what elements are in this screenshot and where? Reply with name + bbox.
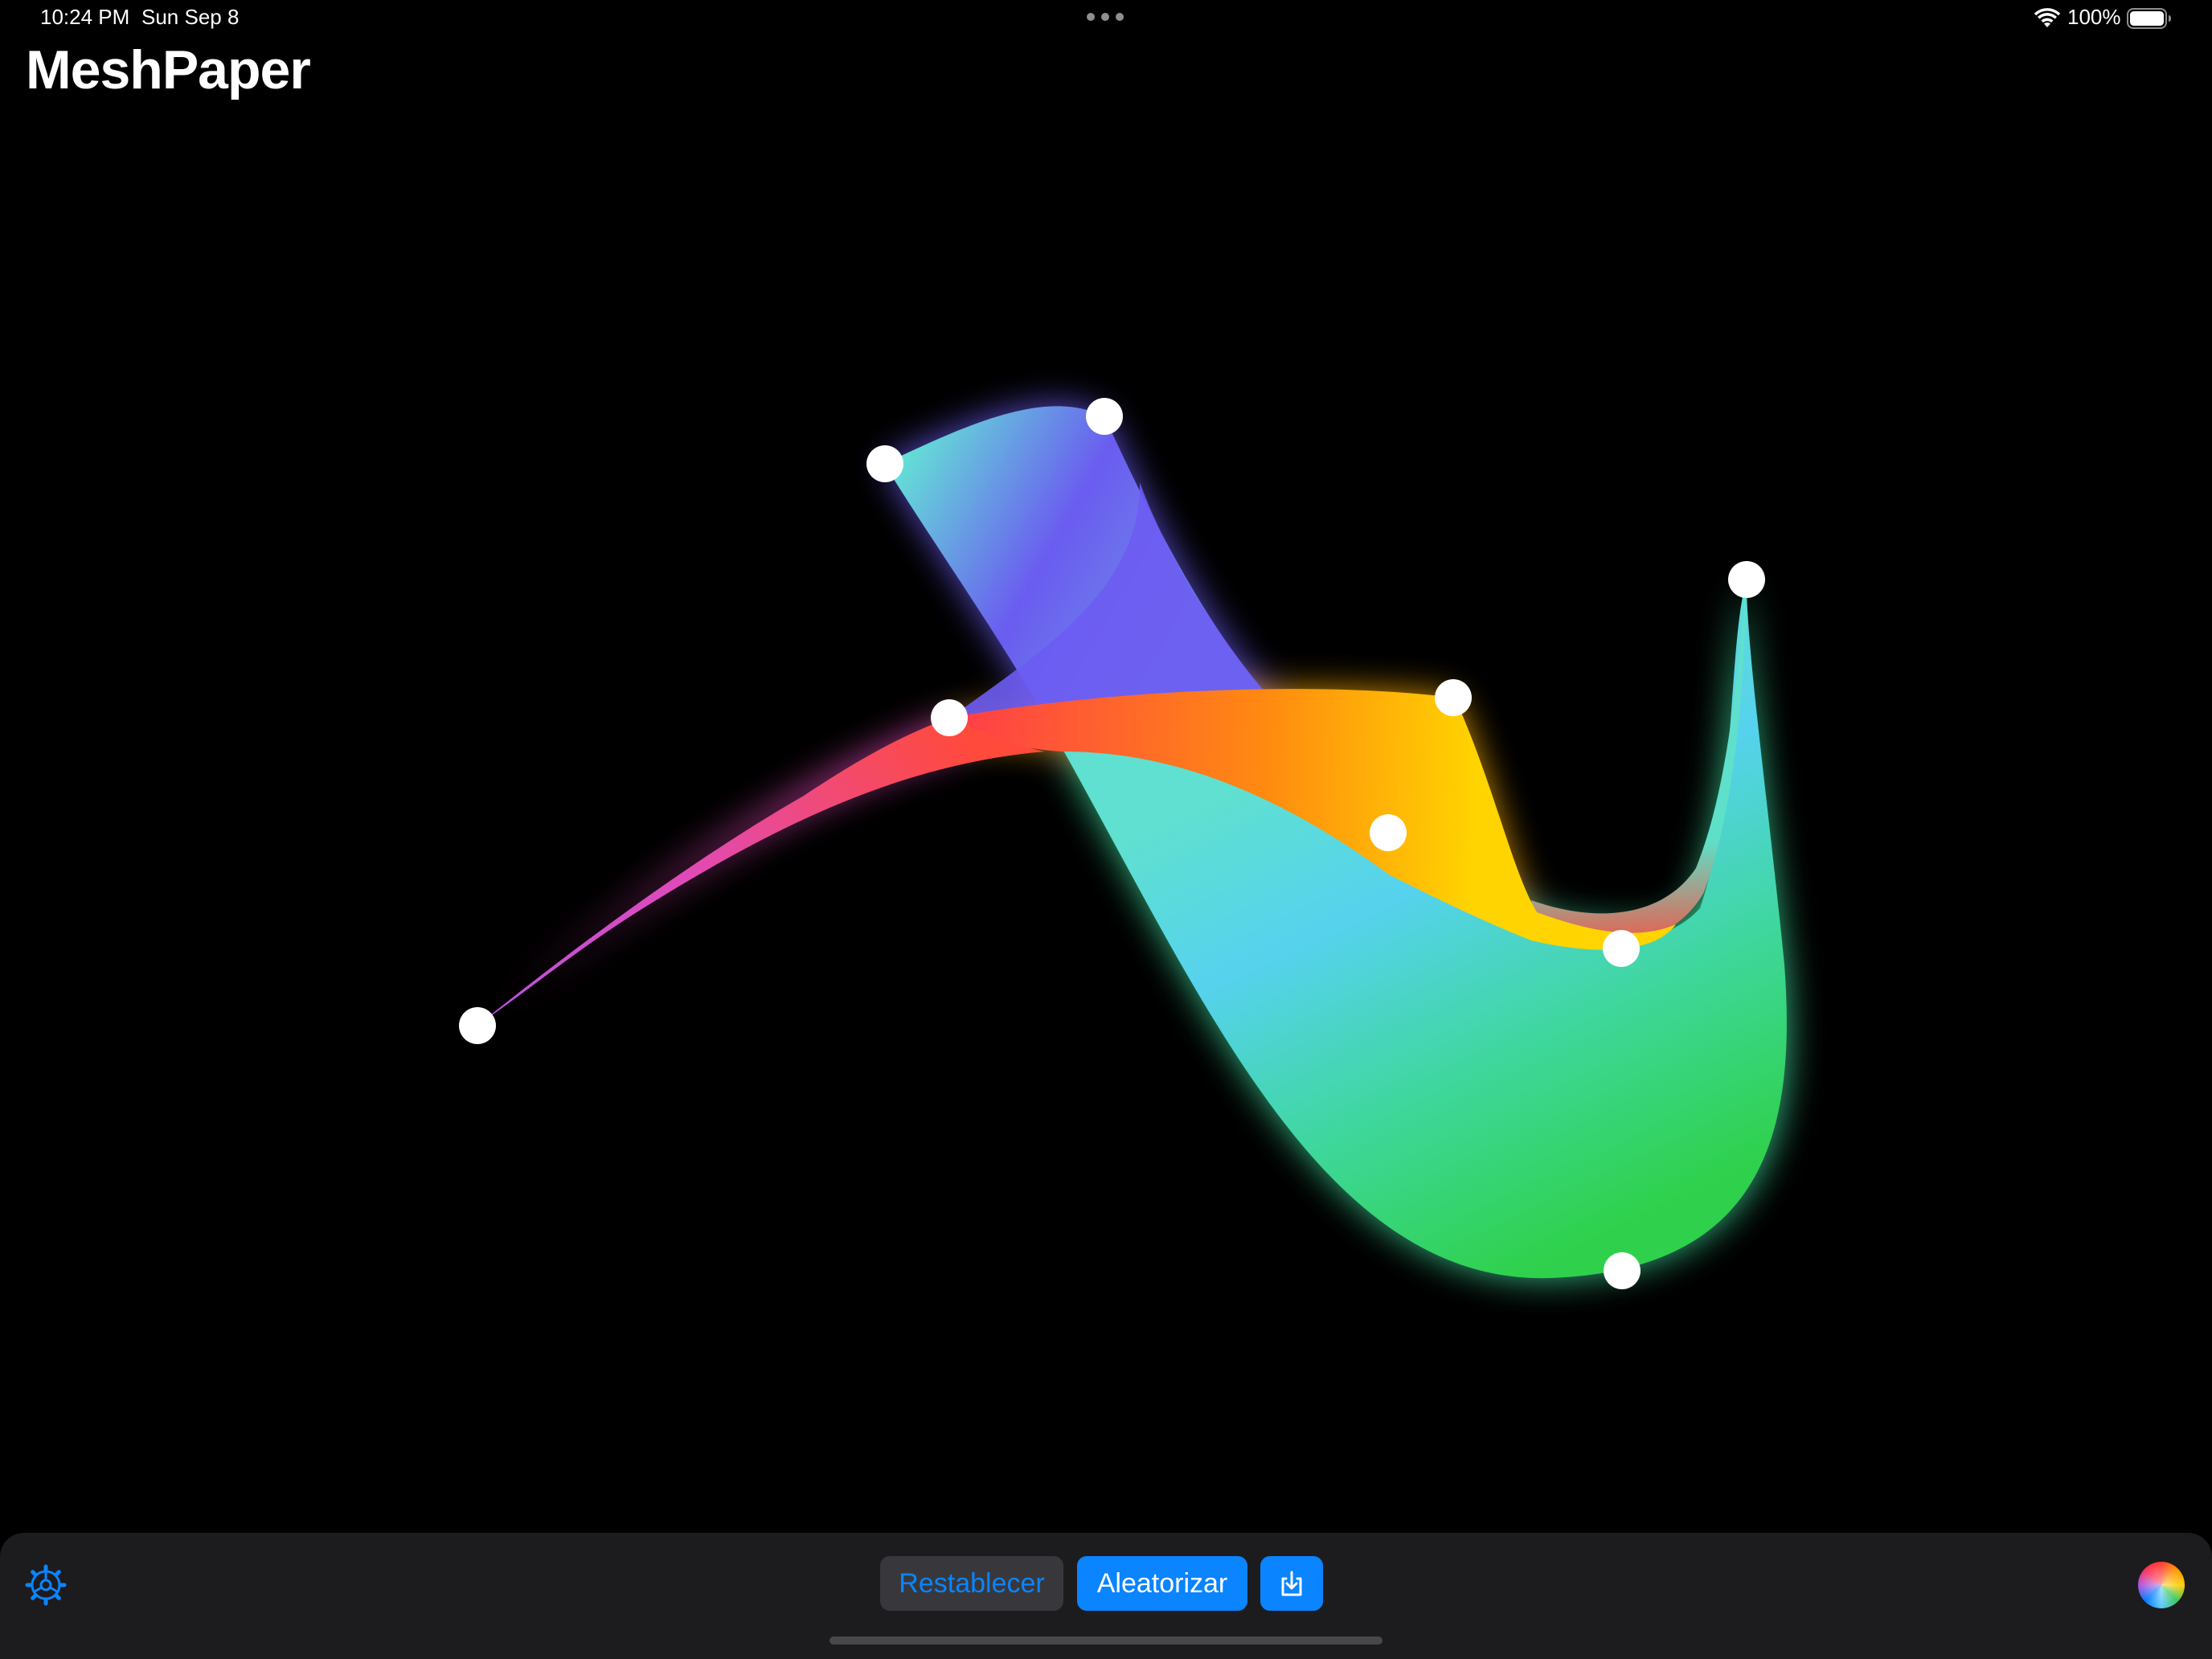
control-point[interactable] (931, 699, 968, 736)
download-icon (1281, 1571, 1302, 1596)
mesh-patch-tail (477, 718, 1045, 1026)
control-point[interactable] (1370, 814, 1407, 851)
gear-icon[interactable] (24, 1563, 68, 1607)
battery-percentage: 100% (2067, 5, 2121, 29)
randomize-button[interactable]: Aleatorizar (1077, 1556, 1247, 1611)
wifi-icon (2034, 8, 2061, 27)
color-wheel-icon[interactable] (2138, 1562, 2185, 1608)
bottom-toolbar: Restablecer Aleatorizar (0, 1533, 2212, 1659)
export-button[interactable] (1260, 1556, 1323, 1611)
control-point[interactable] (1728, 561, 1765, 598)
reset-button[interactable]: Restablecer (880, 1556, 1063, 1611)
control-point[interactable] (1435, 679, 1472, 716)
control-point[interactable] (1086, 398, 1123, 435)
multitasking-menu-icon[interactable] (1087, 13, 1124, 23)
control-point[interactable] (866, 445, 903, 482)
control-point[interactable] (1604, 1252, 1641, 1289)
status-bar: 10:24 PM Sun Sep 8 100% (0, 0, 2212, 40)
battery-full-icon (2127, 8, 2171, 29)
control-point[interactable] (459, 1007, 496, 1044)
app-title: MeshPaper (26, 39, 311, 100)
status-time: 10:24 PM (40, 5, 130, 29)
status-date: Sun Sep 8 (141, 5, 240, 29)
home-indicator (830, 1636, 1382, 1645)
control-point[interactable] (1603, 930, 1640, 967)
mesh-canvas[interactable] (0, 0, 2212, 1659)
